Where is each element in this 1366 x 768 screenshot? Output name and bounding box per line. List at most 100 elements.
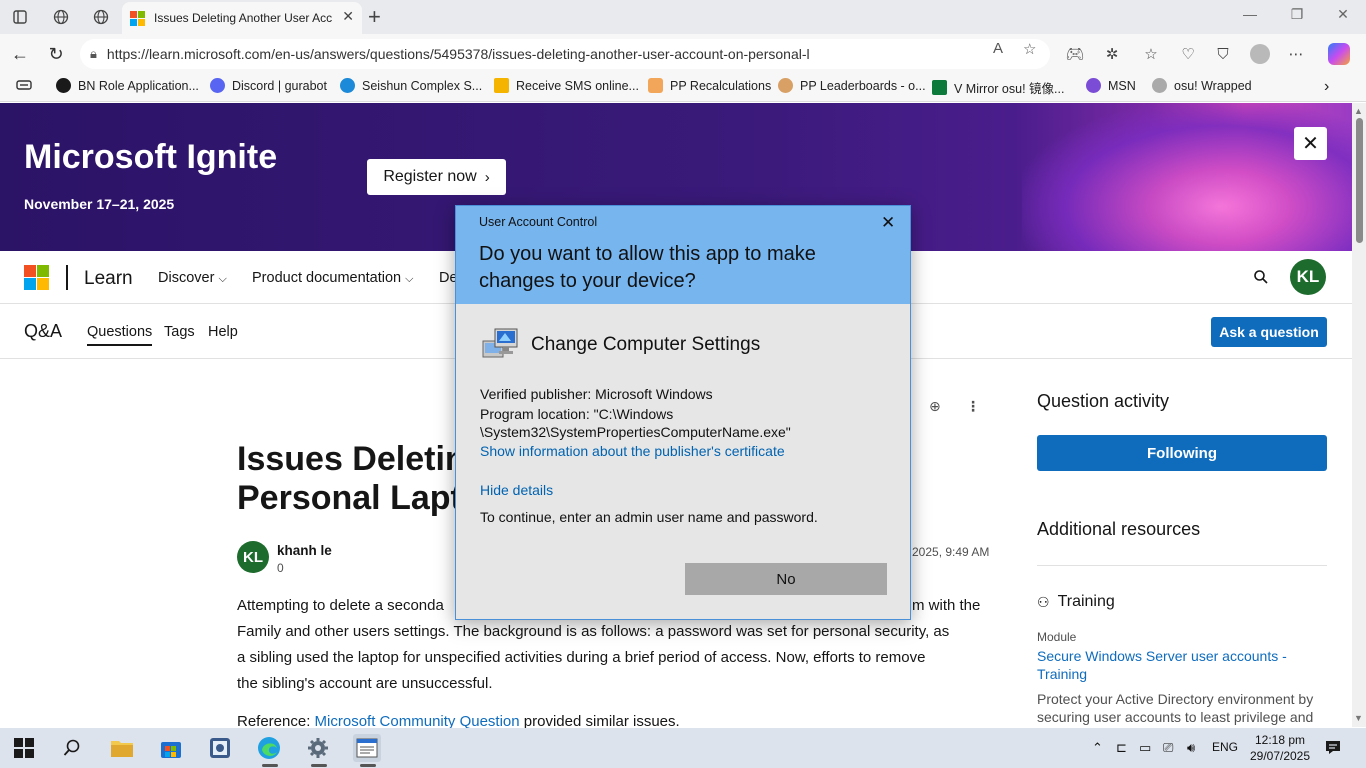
tab-close-icon[interactable]: ✕ <box>342 8 354 25</box>
profile-avatar[interactable] <box>1250 44 1270 64</box>
uac-certificate-link[interactable]: Show information about the publisher's c… <box>480 443 785 459</box>
bookmark-favicon-icon <box>1152 78 1167 93</box>
question-date: 2025, 9:49 AM <box>912 545 990 559</box>
file-explorer-icon[interactable] <box>108 734 136 762</box>
training-heading: ⚇ Training <box>1037 593 1115 611</box>
gamepad-icon[interactable]: 🎮︎ <box>1065 44 1085 64</box>
bookmark-item[interactable]: PP Leaderboards - o... <box>778 78 926 93</box>
running-indicator <box>311 764 327 767</box>
register-label: Register now <box>383 168 477 185</box>
favorite-star-icon[interactable]: ☆ <box>1023 40 1036 58</box>
start-windows-icon[interactable] <box>10 734 38 762</box>
bookmark-item[interactable]: osu! Wrapped <box>1152 78 1252 93</box>
bookmark-item[interactable]: MSN <box>1086 78 1136 93</box>
learn-brand[interactable]: Learn <box>84 268 133 290</box>
body-text: Attempting to delete a seconda <box>237 597 444 614</box>
tab-tags[interactable]: Tags <box>164 324 195 340</box>
favorites-icon[interactable]: ☆ <box>1141 44 1161 64</box>
tab-questions[interactable]: Questions <box>87 324 153 346</box>
bookmark-label: Seishun Complex S... <box>362 78 483 93</box>
scroll-down-icon[interactable]: ▼ <box>1354 713 1363 723</box>
banner-close-button[interactable]: ✕ <box>1294 127 1327 160</box>
uac-close-icon[interactable]: ✕ <box>881 213 895 233</box>
user-avatar[interactable]: KL <box>1290 259 1326 295</box>
battery-icon[interactable]: ▭ <box>1139 740 1151 756</box>
new-tab-icon[interactable]: + <box>368 4 381 30</box>
nav-discover[interactable]: Discover ⌵ <box>158 270 227 286</box>
app-icon[interactable] <box>206 734 234 762</box>
system-properties-icon[interactable] <box>353 734 381 762</box>
scroll-thumb[interactable] <box>1356 118 1363 243</box>
microsoft-logo-icon[interactable] <box>24 265 49 290</box>
browser-essentials-icon[interactable]: ♡ <box>1178 44 1198 64</box>
bookmark-item[interactable]: Receive SMS online... <box>494 78 639 93</box>
search-icon[interactable] <box>58 734 86 762</box>
microsoft-store-icon[interactable] <box>157 734 185 762</box>
bookmark-label: V Mirror osu! 镜像... <box>954 82 1065 96</box>
qa-title[interactable]: Q&A <box>24 321 62 342</box>
inactive-tab-globe-icon[interactable] <box>90 6 112 28</box>
module-link[interactable]: Secure Windows Server user accounts - Tr… <box>1037 647 1327 683</box>
notifications-icon[interactable] <box>1325 740 1341 759</box>
settings-gear-icon[interactable] <box>304 734 332 762</box>
nav-label: Discover <box>158 270 215 286</box>
question-activity-heading: Question activity <box>1037 391 1170 411</box>
more-options-icon[interactable]: ⋮ <box>966 398 980 415</box>
tab-help[interactable]: Help <box>208 324 238 340</box>
question-title-line: Issues Deleting <box>237 440 457 478</box>
banner-title: Microsoft Ignite <box>24 138 278 176</box>
back-icon[interactable]: ← <box>8 42 32 66</box>
restore-icon[interactable]: ❐ <box>1285 6 1309 23</box>
active-tab[interactable]: Issues Deleting Another User Acc ✕ <box>122 2 362 34</box>
bookmarks-overflow-icon[interactable]: › <box>1324 78 1329 96</box>
register-now-button[interactable]: Register now › <box>367 159 506 195</box>
search-icon[interactable] <box>1254 270 1268 287</box>
address-bar[interactable]: 🔒︎ https://learn.microsoft.com/en-us/ans… <box>80 39 1050 69</box>
bookmarks-bar: BN Role Application... Discord | gurabot… <box>0 74 1366 102</box>
ask-question-button[interactable]: Ask a question <box>1211 317 1327 347</box>
bookmark-label: MSN <box>1108 78 1136 93</box>
close-window-icon[interactable]: ✕ <box>1331 6 1355 23</box>
chevron-right-icon: › <box>484 168 490 186</box>
bookmarks-folder-icon[interactable] <box>16 78 32 92</box>
uac-location-line: \System32\SystemPropertiesComputerName.e… <box>480 424 791 440</box>
bookmark-item[interactable]: Seishun Complex S... <box>340 78 482 93</box>
volume-icon[interactable]: 🔊︎ <box>1187 740 1195 756</box>
more-menu-icon[interactable]: ⋯ <box>1286 44 1306 64</box>
uac-hide-details-link[interactable]: Hide details <box>480 482 553 498</box>
read-aloud-icon[interactable]: A <box>993 40 1003 57</box>
uac-location-line: Program location: "C:\Windows <box>480 406 674 422</box>
bookmark-item[interactable]: BN Role Application... <box>56 78 199 93</box>
bookmark-item[interactable]: V Mirror osu! 镜像... <box>932 78 1064 97</box>
ime-icon[interactable]: ⊏ <box>1116 740 1127 756</box>
minimize-icon[interactable]: — <box>1238 6 1262 22</box>
page-scrollbar[interactable]: ▲ ▼ <box>1352 103 1366 727</box>
edge-browser-icon[interactable] <box>255 734 283 762</box>
nav-product-documentation[interactable]: Product documentation ⌵ <box>252 270 414 286</box>
add-icon[interactable]: ⊕ <box>929 398 941 415</box>
uac-dialog: User Account Control ✕ Do you want to al… <box>455 205 911 620</box>
body-text: m with the <box>912 597 981 614</box>
workspaces-globe-icon[interactable] <box>50 6 72 28</box>
resources-divider <box>1037 565 1327 566</box>
language-indicator[interactable]: ENG <box>1212 740 1238 754</box>
following-button[interactable]: Following <box>1037 435 1327 471</box>
uac-caption: User Account Control <box>479 215 598 229</box>
extensions-icon[interactable]: ✲ <box>1102 44 1122 64</box>
uac-no-button[interactable]: No <box>685 563 887 595</box>
clock[interactable]: 12:18 pm 29/07/2025 <box>1240 732 1320 764</box>
site-info-icon[interactable]: 🔒︎ <box>90 46 97 62</box>
scroll-up-icon[interactable]: ▲ <box>1354 106 1363 116</box>
refresh-icon[interactable]: ↻ <box>44 42 68 66</box>
tab-actions-icon[interactable] <box>9 6 31 28</box>
bookmark-item[interactable]: Discord | gurabot <box>210 78 327 93</box>
bookmark-favicon-icon <box>648 78 663 93</box>
author-avatar[interactable]: KL <box>237 541 269 573</box>
shield-icon[interactable]: ⛉ <box>1213 44 1233 64</box>
uac-question: Do you want to allow this app to make ch… <box>479 243 816 292</box>
author-name[interactable]: khanh le <box>277 543 332 558</box>
bookmark-item[interactable]: PP Recalculations <box>648 78 771 93</box>
copilot-icon[interactable] <box>1328 43 1350 65</box>
show-hidden-icons-chevron-icon[interactable]: ⌃ <box>1092 740 1103 756</box>
network-icon[interactable]: ⎚ <box>1163 740 1173 756</box>
